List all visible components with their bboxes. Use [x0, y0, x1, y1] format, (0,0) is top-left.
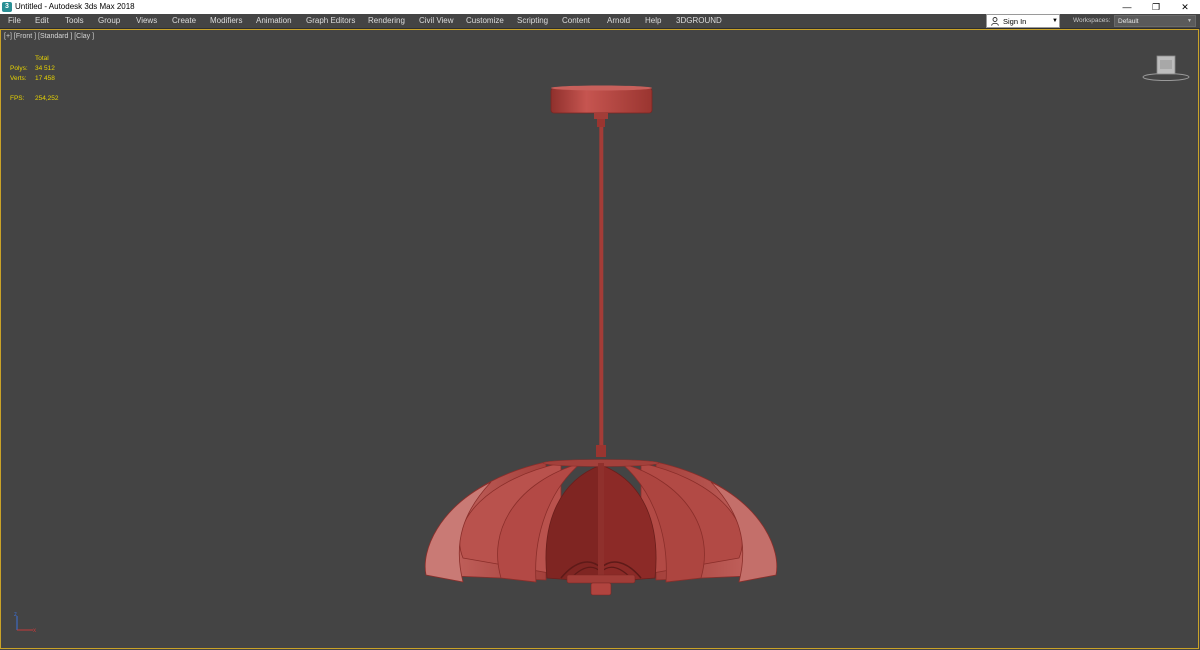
menu-3dground[interactable]: 3DGROUND — [676, 14, 722, 28]
workspaces-label: Workspaces: — [1073, 17, 1111, 24]
minimize-button[interactable]: — — [1112, 0, 1142, 14]
menu-edit[interactable]: Edit — [35, 14, 49, 28]
sign-in-dropdown[interactable]: Sign In ▼ — [986, 14, 1060, 28]
workspaces-select[interactable]: Default ▼ — [1114, 15, 1196, 27]
pendant-lamp-model[interactable] — [1, 30, 1199, 648]
menu-rendering[interactable]: Rendering — [368, 14, 405, 28]
menu-file[interactable]: File — [8, 14, 21, 28]
front-viewport[interactable]: [+] [Front ] [Standard ] [Clay ] Total P… — [0, 29, 1199, 649]
menu-help[interactable]: Help — [645, 14, 661, 28]
workspaces-value: Default — [1118, 18, 1139, 25]
menu-graph-editors[interactable]: Graph Editors — [306, 14, 355, 28]
chevron-down-icon: ▼ — [1052, 18, 1058, 24]
restore-button[interactable]: ❐ — [1141, 0, 1171, 14]
menu-arnold[interactable]: Arnold — [607, 14, 630, 28]
menu-tools[interactable]: Tools — [65, 14, 84, 28]
sign-in-label: Sign In — [1003, 17, 1027, 26]
menu-group[interactable]: Group — [98, 14, 120, 28]
menu-civil-view[interactable]: Civil View — [419, 14, 454, 28]
app-logo-icon[interactable]: 3 — [2, 2, 12, 12]
menu-customize[interactable]: Customize — [466, 14, 504, 28]
menu-scripting[interactable]: Scripting — [517, 14, 548, 28]
menu-animation[interactable]: Animation — [256, 14, 292, 28]
menu-modifiers[interactable]: Modifiers — [210, 14, 242, 28]
chevron-down-icon: ▼ — [1187, 18, 1192, 24]
close-button[interactable]: ✕ — [1170, 0, 1200, 14]
user-icon — [991, 17, 999, 26]
menu-views[interactable]: Views — [136, 14, 157, 28]
menu-create[interactable]: Create — [172, 14, 196, 28]
title-bar: 3 Untitled - Autodesk 3ds Max 2018 — ❐ ✕ — [0, 0, 1200, 14]
window-title: Untitled - Autodesk 3ds Max 2018 — [15, 2, 135, 11]
menu-content[interactable]: Content — [562, 14, 590, 28]
